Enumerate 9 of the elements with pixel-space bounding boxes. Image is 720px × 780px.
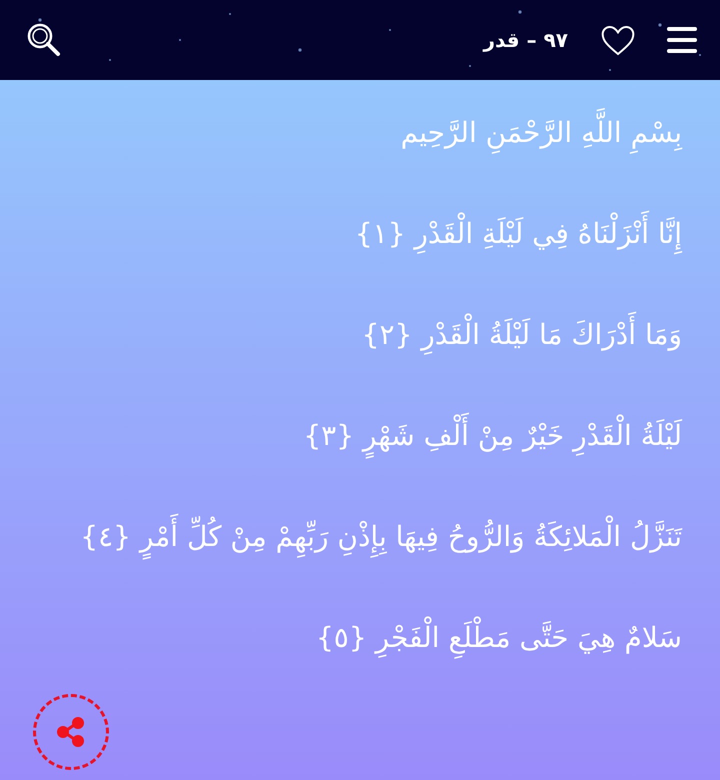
verse-text: سَلامٌ هِيَ حَتَّى مَطْلَعِ الْفَجْرِ {٥} bbox=[20, 613, 682, 714]
menu-icon[interactable] bbox=[666, 25, 698, 55]
heart-icon[interactable] bbox=[600, 24, 636, 56]
verse-text: تَنَزَّلُ الْمَلائِكَةُ وَالرُّوحُ فِيهَا بِإِذْنِ رَبِّهِمْ مِنْ كُلِّ أَمْرٍ {٤} bbox=[20, 512, 682, 613]
verse-text: بِسْمِ اللَّهِ الرَّحْمَنِ الرَّحِيم bbox=[20, 108, 682, 209]
surah-title: ٩٧ – قدر bbox=[483, 28, 568, 52]
verse-text: وَمَا أَدْرَاكَ مَا لَيْلَةُ الْقَدْرِ {٢} bbox=[20, 310, 682, 411]
verse-text: إِنَّا أَنْزَلْنَاهُ فِي لَيْلَةِ الْقَدْرِ {١} bbox=[20, 209, 682, 310]
verse-text: لَيْلَةُ الْقَدْرِ خَيْرٌ مِنْ أَلْفِ شَهْرٍ {٣} bbox=[20, 411, 682, 512]
